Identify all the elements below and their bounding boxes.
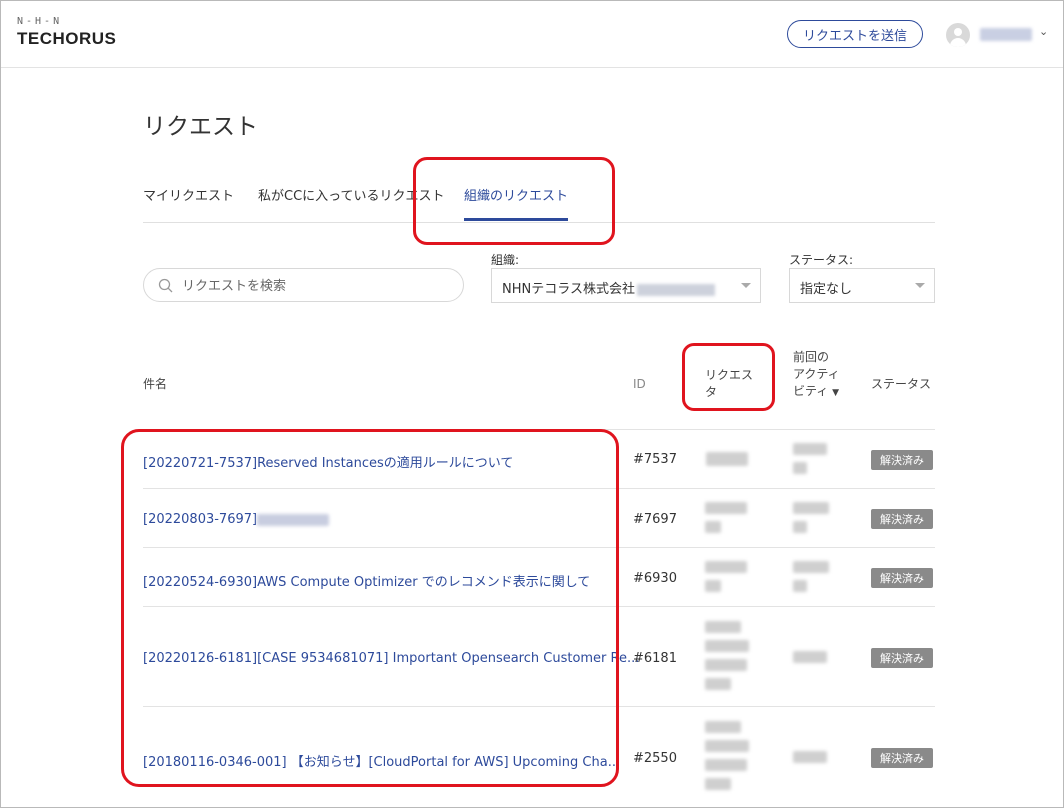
org-select-value: NHNテコラス株式会社 (502, 282, 635, 297)
logo-mark: N-H-N (17, 16, 63, 27)
header-subject[interactable]: 件名 (143, 376, 167, 393)
browser-frame: N-H-N TECHORUS リクエストを送信 ⌄ リクエスト マイリクエスト … (0, 0, 1064, 808)
status-select-value: 指定なし (800, 282, 853, 297)
logo-text: TECHORUS (17, 29, 117, 48)
activity-redacted (793, 443, 827, 455)
header-id[interactable]: ID (633, 376, 646, 393)
status-label: ステータス: (789, 253, 854, 267)
top-header: N-H-N TECHORUS リクエストを送信 ⌄ (1, 1, 1063, 68)
sort-desc-icon: ▼ (832, 388, 840, 398)
activity-redacted (793, 521, 807, 533)
user-avatar-icon[interactable] (946, 23, 970, 47)
status-select[interactable]: 指定なし (789, 268, 935, 303)
techorus-logo[interactable]: N-H-N TECHORUS (17, 17, 116, 49)
org-label: 組織: (491, 253, 520, 267)
highlight-org-tab (413, 157, 615, 245)
requester-redacted (705, 561, 747, 573)
activity-redacted (793, 502, 829, 514)
requester-redacted (705, 759, 747, 771)
activity-redacted (793, 580, 807, 592)
activity-redacted (793, 462, 807, 474)
requester-redacted (705, 521, 721, 533)
request-id: #6930 (633, 571, 677, 586)
requester-redacted (705, 778, 731, 790)
header-last-activity[interactable]: 前回のアクティビティ ▼ (793, 349, 841, 402)
org-select-value-wrap: NHNテコラス株式会社 (502, 278, 715, 297)
requester-redacted (705, 678, 731, 690)
requester-redacted (705, 621, 741, 633)
activity-redacted (793, 561, 829, 573)
requester-redacted (706, 452, 748, 466)
requester-redacted (705, 580, 721, 592)
status-badge: 解決済み (871, 509, 933, 529)
header-status[interactable]: ステータス (871, 376, 931, 393)
status-badge: 解決済み (871, 568, 933, 588)
page-title: リクエスト (143, 114, 258, 140)
org-name-redacted (636, 283, 715, 296)
request-id: #7537 (633, 452, 677, 467)
user-name-redacted[interactable] (980, 28, 1032, 41)
request-id: #6181 (633, 651, 677, 666)
search-input[interactable] (180, 275, 454, 297)
requester-redacted (705, 502, 747, 514)
requester-redacted (705, 721, 741, 733)
search-box (143, 268, 464, 302)
requester-redacted (705, 740, 749, 752)
status-badge: 解決済み (871, 648, 933, 668)
avatar-head (954, 28, 962, 36)
request-id: #2550 (633, 751, 677, 766)
org-select[interactable]: NHNテコラス株式会社 (491, 268, 761, 303)
chevron-down-icon (915, 283, 925, 288)
tab-my-requests[interactable]: マイリクエスト (143, 187, 234, 221)
user-menu-chevron-down-icon[interactable]: ⌄ (1039, 25, 1048, 38)
requester-redacted (705, 659, 747, 671)
status-badge: 解決済み (871, 450, 933, 470)
request-id: #7697 (633, 512, 677, 527)
highlight-request-titles (121, 429, 619, 787)
activity-redacted (793, 651, 827, 663)
send-request-button[interactable]: リクエストを送信 (787, 20, 923, 48)
activity-redacted (793, 751, 827, 763)
requester-redacted (705, 640, 749, 652)
search-icon (158, 278, 173, 293)
status-badge: 解決済み (871, 748, 933, 768)
highlight-requester-header (682, 343, 775, 411)
avatar-body (950, 38, 966, 47)
chevron-down-icon (741, 283, 751, 288)
